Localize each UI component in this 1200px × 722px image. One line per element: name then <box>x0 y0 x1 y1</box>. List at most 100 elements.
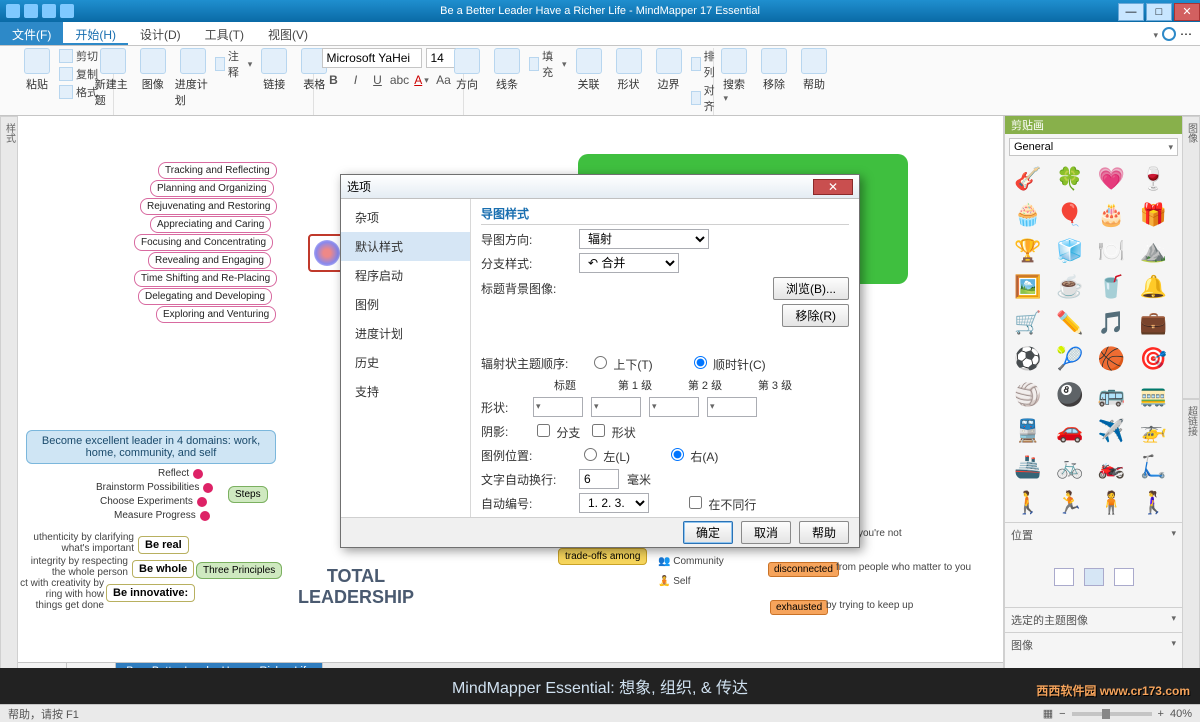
pos-center-icon[interactable] <box>1084 568 1104 586</box>
direction-button[interactable]: 方向 <box>449 48 485 114</box>
qa-save-icon[interactable] <box>6 4 20 18</box>
shape-select-l3[interactable] <box>707 397 757 417</box>
qa-undo-icon[interactable] <box>24 4 38 18</box>
new-topic-button[interactable]: 新建主题 <box>95 48 131 108</box>
underline-button[interactable]: U <box>370 72 386 88</box>
topic-node[interactable]: Delegating and Developing <box>138 288 272 305</box>
paste-button[interactable]: 粘贴 <box>19 48 55 100</box>
topic-node[interactable]: Revealing and Engaging <box>148 252 271 269</box>
shape-button[interactable]: 形状 <box>611 48 647 114</box>
left-side-tab-styles[interactable]: 样式 <box>0 116 18 682</box>
tag-exhausted[interactable]: exhausted <box>770 600 828 615</box>
clipart-item[interactable]: 🏆 <box>1013 236 1043 266</box>
step-item[interactable]: Measure Progress <box>114 510 210 521</box>
clipart-item[interactable]: 🛴 <box>1138 452 1168 482</box>
clipart-item[interactable]: 🎈 <box>1055 200 1085 230</box>
radio-updown[interactable]: 上下(T) <box>589 353 653 373</box>
clipart-item[interactable]: 🎱 <box>1055 380 1085 410</box>
clipart-item[interactable]: 🚶 <box>1013 488 1043 518</box>
image-button[interactable]: 图像 <box>135 48 171 108</box>
pos-right-icon[interactable] <box>1114 568 1134 586</box>
dialog-nav-item[interactable]: 图例 <box>341 290 470 319</box>
clipart-item[interactable]: 🚃 <box>1138 380 1168 410</box>
help-button[interactable]: 帮助 <box>796 48 832 92</box>
link-button[interactable]: 链接 <box>256 48 292 108</box>
ribbon-tab-tools[interactable]: 工具(T) <box>193 22 256 45</box>
dialog-nav-item[interactable]: 杂项 <box>341 203 470 232</box>
topic-tradeoffs[interactable]: trade-offs among <box>558 548 647 565</box>
dialog-help-button[interactable]: 帮助 <box>799 521 849 544</box>
clipart-item[interactable]: 🖼️ <box>1013 272 1043 302</box>
search-icon[interactable] <box>1162 27 1176 41</box>
clipart-item[interactable]: ⛰️ <box>1138 236 1168 266</box>
shape-select-l1[interactable] <box>591 397 641 417</box>
clipart-item[interactable]: 🛒 <box>1013 308 1043 338</box>
right-side-tab-image[interactable]: 图像 <box>1182 116 1200 399</box>
clipart-item[interactable]: 🍷 <box>1138 164 1168 194</box>
dialog-nav-item[interactable]: 默认样式 <box>341 232 470 261</box>
relation-button[interactable]: 关联 <box>571 48 607 114</box>
dialog-nav-item[interactable]: 历史 <box>341 348 470 377</box>
tag-disconnected[interactable]: disconnected <box>768 562 839 577</box>
window-minimize-button[interactable]: — <box>1118 3 1144 21</box>
topic-node[interactable]: Tracking and Reflecting <box>158 162 277 179</box>
step-item[interactable]: Brainstorm Possibilities <box>96 482 213 493</box>
zoom-slider[interactable] <box>1072 712 1152 716</box>
boundary-button[interactable]: 边界 <box>651 48 687 114</box>
bold-button[interactable]: B <box>326 72 342 88</box>
clipart-item[interactable]: 🚁 <box>1138 416 1168 446</box>
clipart-item[interactable]: 🧁 <box>1013 200 1043 230</box>
topic-node[interactable]: Focusing and Concentrating <box>134 234 273 251</box>
font-name-select[interactable] <box>322 48 422 68</box>
format-painter-button[interactable]: 格式 <box>59 84 98 100</box>
ribbon-tab-view[interactable]: 视图(V) <box>256 22 320 45</box>
clipart-item[interactable]: 🥤 <box>1097 272 1127 302</box>
clipart-item[interactable]: 💗 <box>1097 164 1127 194</box>
clipart-item[interactable]: 🚶‍♀️ <box>1138 488 1168 518</box>
domain-community[interactable]: 👥 Community <box>658 556 724 567</box>
callout-steps[interactable]: Steps <box>228 486 268 503</box>
shape-select-title[interactable] <box>533 397 583 417</box>
note-button[interactable]: 注释 <box>215 48 253 80</box>
italic-button[interactable]: I <box>348 72 364 88</box>
clipart-category-select[interactable]: General <box>1009 138 1178 156</box>
clipart-item[interactable]: 🎸 <box>1013 164 1043 194</box>
direction-select[interactable]: 辐射 <box>579 229 709 249</box>
dialog-nav-item[interactable]: 进度计划 <box>341 319 470 348</box>
pos-left-icon[interactable] <box>1054 568 1074 586</box>
clipart-item[interactable]: 🎾 <box>1055 344 1085 374</box>
clipart-item[interactable]: 🧊 <box>1055 236 1085 266</box>
checkbox-shadow-shape[interactable]: 形状 <box>588 421 635 441</box>
schedule-button[interactable]: 进度计划 <box>175 48 211 108</box>
cut-button[interactable]: 剪切 <box>59 48 98 64</box>
radio-clockwise[interactable]: 顺时针(C) <box>689 353 766 373</box>
dialog-close-button[interactable]: ✕ <box>813 179 853 195</box>
clipart-item[interactable]: ✏️ <box>1055 308 1085 338</box>
qa-more-icon[interactable] <box>60 4 74 18</box>
zoom-out-button[interactable]: − <box>1059 708 1065 720</box>
clipart-item[interactable]: 🍽️ <box>1097 236 1127 266</box>
wrap-value-input[interactable] <box>579 469 619 489</box>
ribbon-tab-start[interactable]: 开始(H) <box>63 22 128 45</box>
copy-button[interactable]: 复制 <box>59 66 98 82</box>
clipart-item[interactable]: 🚲 <box>1055 452 1085 482</box>
clipart-item[interactable]: 🎯 <box>1138 344 1168 374</box>
step-item[interactable]: Reflect <box>158 468 203 479</box>
ribbon-tab-file[interactable]: 文件(F) <box>0 22 63 45</box>
callout-three-principles[interactable]: Three Principles <box>196 562 282 579</box>
clipart-item[interactable]: 🧍 <box>1097 488 1127 518</box>
image-dropdown[interactable]: 图像 <box>1005 632 1182 657</box>
topic-node[interactable]: Appreciating and Caring <box>150 216 271 233</box>
principle-node[interactable]: Be whole <box>132 560 194 578</box>
autonum-select[interactable]: 1. 2. 3. <box>579 493 649 513</box>
checkbox-not-same-line[interactable]: 在不同行 <box>685 493 756 513</box>
step-item[interactable]: Choose Experiments <box>100 496 207 507</box>
clipart-item[interactable]: 🎁 <box>1138 200 1168 230</box>
clipart-item[interactable]: 🎵 <box>1097 308 1127 338</box>
principle-node[interactable]: Be innovative: <box>106 584 195 602</box>
topic-node[interactable]: Rejuvenating and Restoring <box>140 198 277 215</box>
dialog-cancel-button[interactable]: 取消 <box>741 521 791 544</box>
clipart-item[interactable]: 🍀 <box>1055 164 1085 194</box>
shape-select-l2[interactable] <box>649 397 699 417</box>
fill-button[interactable]: 填充 <box>529 48 567 80</box>
